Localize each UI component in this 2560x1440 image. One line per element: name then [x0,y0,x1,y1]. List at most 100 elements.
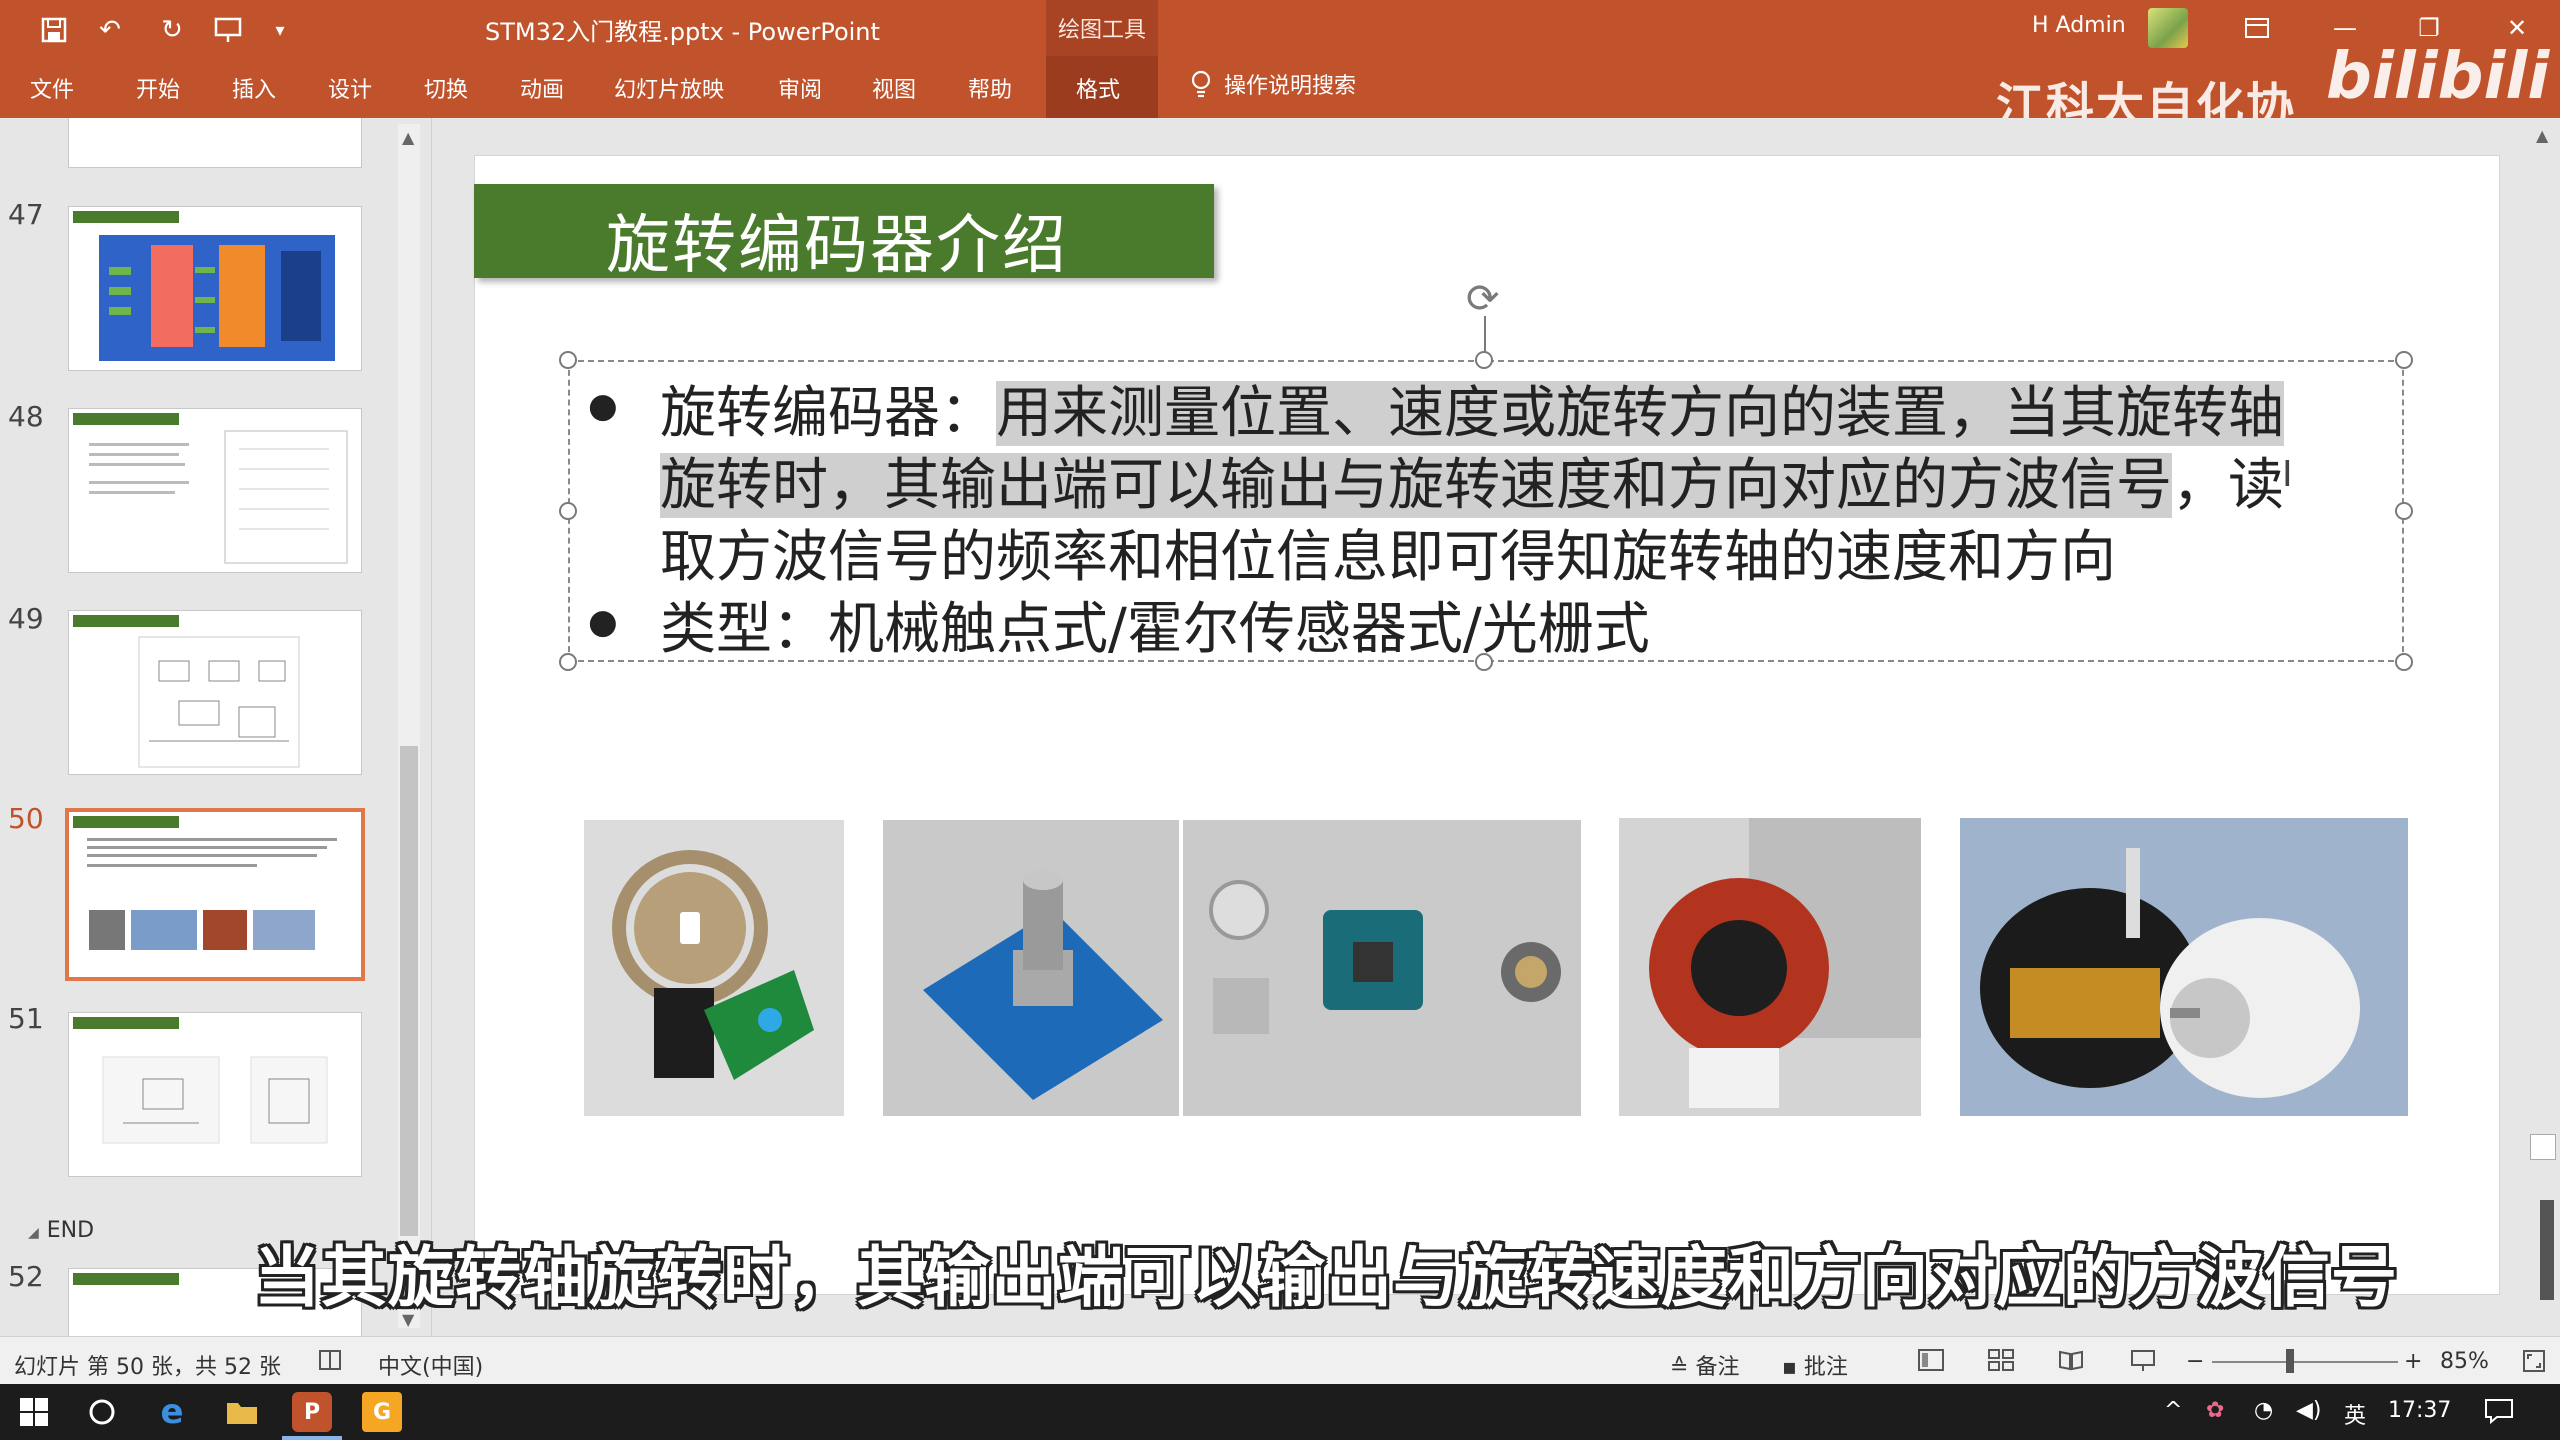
tray-flower-icon[interactable]: ✿ [2206,1398,2224,1423]
bullet-1-highlight-b: 旋转时，其输出端可以输出与旋转速度和方向对应的方波信号 [660,453,2172,518]
slide-canvas[interactable] [474,155,2500,1295]
customize-qat-icon[interactable]: ▾ [258,10,302,50]
tell-me-search[interactable]: 操作说明搜索 [1190,68,1356,100]
photo-optical-encoder-disk[interactable] [584,820,844,1116]
zoom-level[interactable]: 85% [2440,1349,2489,1374]
edge-browser-icon[interactable]: e [152,1392,192,1432]
recorder-app-icon[interactable]: G [362,1392,402,1432]
normal-view-icon[interactable] [1918,1349,1944,1377]
thumbnail-scrollbar-thumb[interactable] [400,746,418,1236]
thumbnail-51[interactable] [68,1012,362,1177]
spell-check-icon[interactable] [318,1349,344,1379]
bullet-2[interactable]: 类型：机械触点式/霍尔传感器式/光栅式 [660,584,1650,665]
bullet-1-tail: ，读 [2172,453,2284,518]
reading-view-icon[interactable] [2058,1349,2084,1377]
resize-handle-n[interactable] [1475,351,1493,369]
tab-slideshow[interactable]: 幻灯片放映 [614,72,724,104]
tray-expand-icon[interactable]: ^ [2164,1398,2182,1423]
notes-button[interactable]: ≙ 备注 [1670,1349,1739,1381]
fit-to-window-icon[interactable] [2522,1349,2546,1379]
comments-label: 批注 [1803,1355,1848,1380]
resize-handle-ne[interactable] [2395,351,2413,369]
bullet-icon: ● [588,602,618,642]
search-circle-icon[interactable] [82,1392,122,1432]
tab-view[interactable]: 视图 [872,72,916,104]
avatar[interactable] [2148,8,2188,48]
scroll-up-arrow-icon[interactable]: ▲ [402,128,414,147]
photo-incremental-encoders[interactable] [1960,818,2408,1116]
tab-format[interactable]: 格式 [1076,72,1120,104]
scrollbar-thumb[interactable] [2540,1200,2554,1300]
slide-counter: 幻灯片 第 50 张，共 52 张 [14,1355,281,1380]
thumbnail-50[interactable] [65,808,365,981]
photo-encoder-parts[interactable] [1183,820,1581,1116]
bullet-1-line-1[interactable]: 旋转编码器：用来测量位置、速度或旋转方向的装置，当其旋转轴 [660,368,2284,449]
status-bar: 幻灯片 第 50 张，共 52 张 中文(中国) ≙ 备注 ▪ 批注 − + 8… [0,1336,2560,1384]
resize-handle-sw[interactable] [559,653,577,671]
slide-sorter-icon[interactable] [1988,1349,2014,1377]
thumbnail-number: 51 [8,1002,44,1035]
bilibili-logo: bilibili [2326,40,2550,114]
tab-help[interactable]: 帮助 [968,72,1012,104]
comments-button[interactable]: ▪ 批注 [1782,1349,1848,1381]
bullet-1-label: 旋转编码器： [660,381,996,446]
tab-file[interactable]: 文件 [30,72,74,104]
lightbulb-icon [1191,70,1211,98]
volume-icon[interactable]: ◀) [2296,1398,2322,1423]
video-subtitle: 当其旋转轴旋转时，其输出端可以输出与旋转速度和方向对应的方波信号 [254,1239,2398,1316]
search-placeholder: 操作说明搜索 [1224,74,1357,99]
clock-time[interactable]: 17:37 [2388,1398,2451,1423]
thumbnail-49[interactable] [68,610,362,775]
zoom-in-icon[interactable]: + [2404,1349,2422,1374]
windows-taskbar: e P G ^ ✿ ◔ ◀) 英 17:37 [0,1384,2560,1440]
undo-icon[interactable]: ↶ [88,10,132,50]
notes-label: 备注 [1695,1355,1740,1380]
thumbnail-47[interactable] [68,206,362,371]
photo-rotary-encoder-module[interactable] [883,820,1179,1116]
prev-slide-button[interactable] [2530,1134,2556,1160]
photo-motor-hall-encoder[interactable] [1619,818,1921,1116]
notification-icon[interactable] [2484,1398,2514,1430]
redo-icon[interactable]: ↻ [150,10,194,50]
bullet-1-line-3[interactable]: 取方波信号的频率和相位信息即可得知旋转轴的速度和方向 [660,512,2116,593]
thumbnail-number: 52 [8,1260,44,1293]
slideshow-view-icon[interactable] [2130,1349,2156,1379]
scroll-up-arrow-icon[interactable]: ▲ [2536,126,2548,145]
section-label: END [46,1218,95,1243]
rotate-handle-icon[interactable]: ⟳ [1466,276,1500,322]
tab-review[interactable]: 审阅 [778,72,822,104]
windows-start-icon[interactable] [14,1392,54,1432]
thumbnail-48[interactable] [68,408,362,573]
start-slideshow-icon[interactable] [206,10,250,50]
resize-handle-nw[interactable] [559,351,577,369]
tab-home[interactable]: 开始 [136,72,180,104]
thumbnail-46-partial[interactable] [68,118,362,168]
drawing-tools-label: 绘图工具 [1058,18,1147,43]
bullet-icon: ● [588,386,618,426]
zoom-slider[interactable] [2212,1361,2398,1363]
tab-insert[interactable]: 插入 [232,72,276,104]
save-icon[interactable] [32,10,76,50]
text-cursor-icon: I [2282,454,2293,495]
resize-handle-se[interactable] [2395,653,2413,671]
notes-icon: ≙ [1670,1355,1689,1380]
section-header-end[interactable]: ◢ END [28,1218,94,1243]
tab-transitions[interactable]: 切换 [424,72,468,104]
user-name[interactable]: H Admin [2032,13,2126,38]
bullet-1-line-2[interactable]: 旋转时，其输出端可以输出与旋转速度和方向对应的方波信号，读 [660,440,2284,521]
tab-animations[interactable]: 动画 [520,72,564,104]
resize-handle-e[interactable] [2395,502,2413,520]
resize-handle-w[interactable] [559,502,577,520]
comment-icon: ▪ [1782,1355,1797,1380]
zoom-slider-knob[interactable] [2286,1349,2294,1373]
language-indicator[interactable]: 中文(中国) [378,1349,483,1381]
active-app-indicator [282,1436,342,1440]
tab-design[interactable]: 设计 [328,72,372,104]
network-icon[interactable]: ◔ [2254,1398,2273,1423]
thumbnail-number: 49 [8,602,44,635]
file-explorer-icon[interactable] [222,1392,262,1432]
ime-indicator[interactable]: 英 [2344,1398,2366,1430]
powerpoint-app-icon[interactable]: P [292,1392,332,1432]
ribbon-display-icon[interactable] [2232,10,2282,46]
zoom-out-icon[interactable]: − [2186,1349,2204,1374]
